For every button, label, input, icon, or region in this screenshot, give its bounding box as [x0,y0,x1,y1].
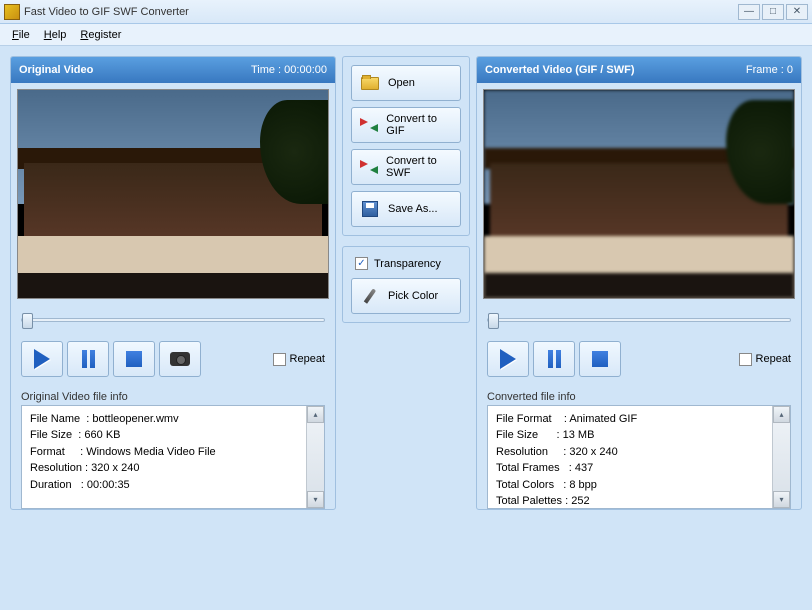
converted-header: Converted Video (GIF / SWF) Frame : 0 [477,57,801,83]
scroll-down-button[interactable]: ▾ [773,491,790,508]
save-as-label: Save As... [388,203,438,215]
menu-help[interactable]: Help [38,27,73,43]
original-info-box[interactable]: File Name : bottleopener.wmv File Size :… [21,405,325,509]
converted-video-preview [483,89,795,299]
transparency-label: Transparency [374,258,441,270]
original-repeat-label: Repeat [290,353,325,365]
converted-repeat-checkbox[interactable] [739,353,752,366]
convert-gif-label: Convert to GIF [386,113,452,137]
original-header: Original Video Time : 00:00:00 [11,57,335,83]
pause-icon [82,350,95,368]
camera-icon [170,352,190,366]
scroll-up-button[interactable]: ▴ [307,406,324,423]
original-info-label: Original Video file info [21,391,325,403]
open-button[interactable]: Open [351,65,461,101]
original-time: Time : 00:00:00 [251,64,327,76]
converted-pause-button[interactable] [533,341,575,377]
pick-color-button[interactable]: Pick Color [351,278,461,314]
menubar: File Help Register [0,24,812,46]
pick-color-label: Pick Color [388,290,438,302]
original-title: Original Video [19,64,93,76]
original-video-preview [17,89,329,299]
converted-seek-thumb[interactable] [488,313,499,329]
transparency-checkbox[interactable] [355,257,368,270]
minimize-button[interactable]: — [738,4,760,20]
titlebar[interactable]: Fast Video to GIF SWF Converter — □ ✕ [0,0,812,24]
open-label: Open [388,77,415,89]
menu-register[interactable]: Register [74,27,127,43]
menu-file[interactable]: File [6,27,36,43]
close-button[interactable]: ✕ [786,4,808,20]
stop-icon [592,351,608,367]
original-pause-button[interactable] [67,341,109,377]
original-seek-thumb[interactable] [22,313,33,329]
color-picker-icon [364,288,376,303]
converted-info-label: Converted file info [487,391,791,403]
converted-seek-slider[interactable] [487,318,791,322]
save-icon [362,201,378,217]
scroll-up-button[interactable]: ▴ [773,406,790,423]
convert-swf-button[interactable]: Convert to SWF [351,149,461,185]
convert-gif-button[interactable]: Convert to GIF [351,107,461,143]
converted-repeat-label: Repeat [756,353,791,365]
play-icon [34,349,50,369]
app-icon [4,4,20,20]
convert-swf-label: Convert to SWF [386,155,452,179]
window-title: Fast Video to GIF SWF Converter [24,6,738,18]
converted-stop-button[interactable] [579,341,621,377]
original-play-button[interactable] [21,341,63,377]
pause-icon [548,350,561,368]
scroll-down-button[interactable]: ▾ [307,491,324,508]
converted-video-panel: Converted Video (GIF / SWF) Frame : 0 Re… [476,56,802,510]
maximize-button[interactable]: □ [762,4,784,20]
original-stop-button[interactable] [113,341,155,377]
convert-icon [360,118,378,132]
converted-play-button[interactable] [487,341,529,377]
actions-panel: Open Convert to GIF Convert to SWF Save … [342,56,470,510]
original-video-panel: Original Video Time : 00:00:00 Repeat Or… [10,56,336,510]
converted-info-box[interactable]: File Format : Animated GIF File Size : 1… [487,405,791,509]
stop-icon [126,351,142,367]
converted-title: Converted Video (GIF / SWF) [485,64,635,76]
converted-frame: Frame : 0 [746,64,793,76]
original-seek-slider[interactable] [21,318,325,322]
save-as-button[interactable]: Save As... [351,191,461,227]
original-snapshot-button[interactable] [159,341,201,377]
convert-icon [360,160,378,174]
original-repeat-checkbox[interactable] [273,353,286,366]
folder-icon [361,77,379,90]
play-icon [500,349,516,369]
